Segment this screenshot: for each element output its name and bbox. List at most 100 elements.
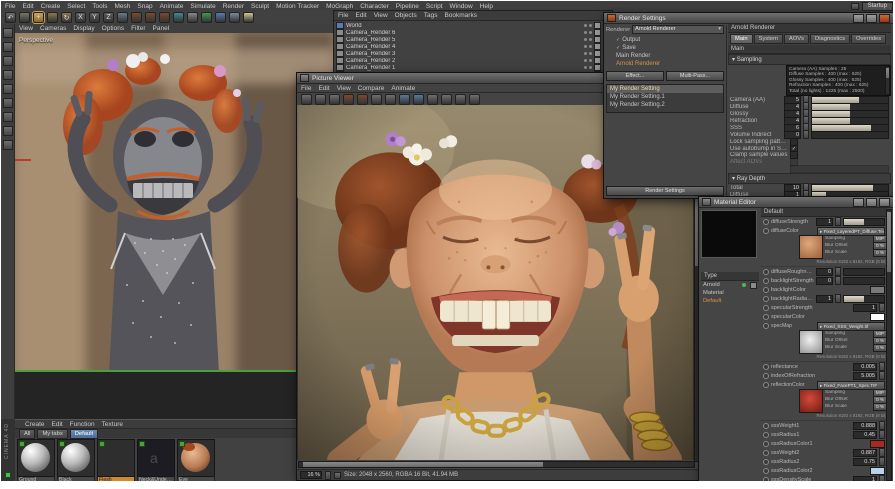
port-icon[interactable] — [763, 268, 769, 275]
material-thumbnail[interactable] — [17, 439, 55, 477]
points-mode-icon[interactable] — [2, 84, 13, 94]
object-row[interactable]: Camera_Render 2 — [334, 57, 612, 64]
model-mode-icon[interactable] — [2, 42, 13, 52]
om-menu-objects[interactable]: Objects — [395, 12, 417, 19]
object-row[interactable]: Camera_Render 1 — [334, 64, 612, 71]
scale-tool-icon[interactable] — [47, 12, 58, 23]
om-menu-file[interactable]: File — [338, 12, 348, 19]
mograph-button[interactable] — [201, 12, 212, 23]
texture-tag-icon[interactable] — [594, 22, 601, 29]
pv-horizontal-scrollbar[interactable] — [298, 461, 695, 468]
param-slider[interactable] — [811, 130, 889, 139]
rs-nav-main-render[interactable]: Main Render — [606, 52, 724, 60]
set-image-b-icon[interactable] — [385, 94, 396, 105]
pv-menu-animate[interactable]: Animate — [391, 85, 415, 92]
om-menu-bookmarks[interactable]: Bookmarks — [444, 12, 477, 19]
menu-edit[interactable]: Edit — [22, 3, 33, 10]
param-value-field[interactable]: 1 — [816, 217, 833, 226]
y-axis-lock-button[interactable]: Y — [89, 12, 100, 23]
menu-character[interactable]: Character — [360, 3, 389, 10]
max-value-field[interactable] — [790, 164, 889, 173]
viewport-menu-display[interactable]: Display — [73, 25, 94, 32]
viewport-menu-filter[interactable]: Filter — [131, 25, 145, 32]
param-value-field[interactable]: 0 — [816, 267, 833, 276]
visibility-dot[interactable] — [584, 52, 587, 55]
pv-menu-compare[interactable]: Compare — [358, 85, 385, 92]
compare-ab-horizontal-icon[interactable] — [343, 94, 354, 105]
save-image-icon[interactable] — [315, 94, 326, 105]
menu-tools[interactable]: Tools — [92, 3, 107, 10]
rs-tab-diagnostics[interactable]: Diagnostics — [810, 34, 851, 44]
environment-button[interactable] — [229, 12, 240, 23]
multipass-button[interactable]: Multi-Pass... — [666, 71, 724, 81]
mm-menu-texture[interactable]: Texture — [102, 421, 123, 428]
material-thumbnail[interactable] — [177, 439, 215, 477]
shader-node-default[interactable]: Default — [701, 297, 759, 305]
param-stepper[interactable] — [879, 362, 885, 371]
menu-mograph[interactable]: MoGraph — [326, 3, 353, 10]
object-row[interactable]: Camera_Render 3 — [334, 50, 612, 57]
rs-nav-output[interactable]: ✓ Output — [606, 36, 724, 44]
maximize-button[interactable] — [866, 13, 877, 23]
param-stepper[interactable] — [879, 475, 885, 481]
undo-icon[interactable]: ↶ — [5, 12, 16, 23]
texture-tag-icon[interactable] — [594, 29, 601, 36]
render-settings-titlebar[interactable]: Render Settings — [604, 13, 893, 24]
port-icon[interactable] — [763, 295, 769, 302]
pv-menu-edit[interactable]: Edit — [318, 85, 329, 92]
port-icon[interactable] — [763, 476, 769, 481]
rs-tab-aovs[interactable]: AOVs — [783, 34, 810, 44]
om-menu-tags[interactable]: Tags — [424, 12, 438, 19]
port-icon[interactable] — [763, 363, 769, 370]
rs-tab-main[interactable]: Main — [730, 34, 753, 44]
visibility-dot[interactable] — [584, 45, 587, 48]
param-slider[interactable] — [843, 294, 885, 303]
menu-snap[interactable]: Snap — [137, 3, 152, 10]
param-stepper[interactable] — [835, 267, 841, 276]
close-button[interactable] — [879, 13, 890, 23]
menu-render[interactable]: Render — [223, 3, 244, 10]
param-value-field[interactable]: 0.887 — [853, 448, 877, 457]
menu-help[interactable]: Help — [480, 3, 493, 10]
render-visibility-dot[interactable] — [589, 59, 592, 62]
pv-zoom-stepper[interactable] — [325, 470, 331, 480]
minimize-button[interactable] — [853, 13, 864, 23]
spline-pen-button[interactable] — [187, 12, 198, 23]
renderer-dropdown[interactable]: Arnold Renderer ▾ — [632, 25, 724, 34]
menu-sculpt[interactable]: Sculpt — [251, 3, 269, 10]
viewport[interactable]: View Cameras Display Options Filter Panel — [15, 24, 333, 419]
pv-menu-view[interactable]: View — [337, 85, 351, 92]
viewport-filter-icon[interactable] — [2, 140, 13, 150]
make-editable-icon[interactable] — [2, 28, 13, 38]
port-icon[interactable] — [763, 431, 769, 438]
pv-menu-file[interactable]: File — [301, 85, 311, 92]
node-visibility-icon[interactable] — [750, 281, 757, 289]
texture-tag-icon[interactable] — [594, 57, 601, 64]
sampling-group[interactable]: ▾ Sampling — [728, 54, 891, 65]
render-settings-window[interactable]: Render Settings Renderer Arnold Renderer… — [603, 12, 893, 199]
menu-select[interactable]: Select — [67, 3, 85, 10]
close-button[interactable] — [879, 197, 890, 207]
visibility-dot[interactable] — [584, 31, 587, 34]
object-row[interactable]: World — [334, 22, 612, 29]
param-stepper[interactable] — [835, 217, 841, 226]
render-picture-viewer-button[interactable] — [145, 12, 156, 23]
visibility-dot[interactable] — [584, 38, 587, 41]
param-stepper[interactable] — [879, 457, 885, 466]
z-axis-lock-button[interactable]: Z — [103, 12, 114, 23]
material-item[interactable]: aNeck&Underwear — [137, 439, 175, 481]
rs-tab-system[interactable]: System — [753, 34, 783, 44]
texture-tag-icon[interactable] — [594, 50, 601, 57]
shader-node-arnold[interactable]: Arnold — [701, 281, 759, 289]
fit-to-screen-icon[interactable] — [455, 94, 466, 105]
mm-tab-my-tabs[interactable]: My tabs — [37, 428, 68, 439]
object-row[interactable]: Camera_Render 5 — [334, 36, 612, 43]
param-value-field[interactable]: 0.75 — [853, 457, 877, 466]
zoom-out-icon[interactable] — [427, 94, 438, 105]
port-icon[interactable] — [763, 323, 769, 329]
blur-scale-field[interactable]: 0 % — [873, 343, 887, 352]
render-preset[interactable]: My Render Setting.1 — [607, 93, 723, 101]
object-row[interactable]: Camera_Render 6 — [334, 29, 612, 36]
port-icon[interactable] — [763, 218, 769, 225]
render-settings-button[interactable] — [159, 12, 170, 23]
